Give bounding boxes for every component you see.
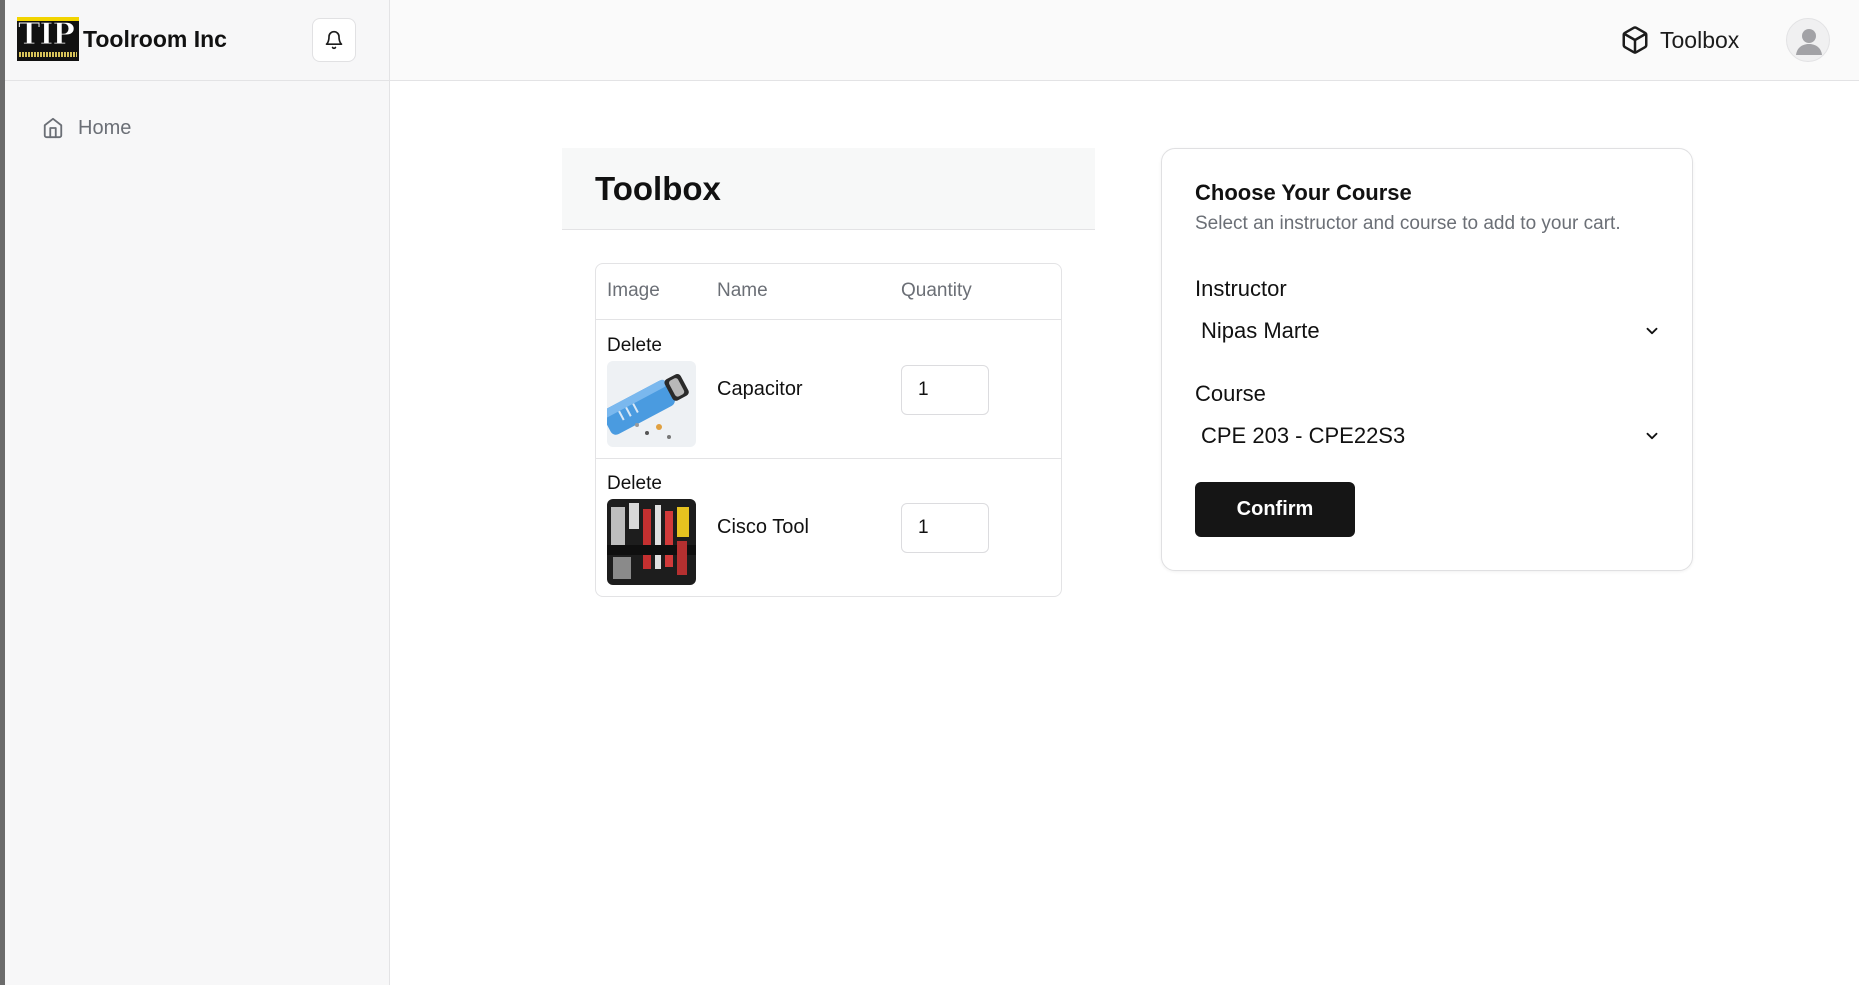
cube-icon	[1622, 26, 1648, 54]
user-avatar-icon	[1796, 29, 1822, 55]
item-name: Cisco Tool	[717, 516, 809, 538]
chevron-down-icon	[1646, 432, 1658, 440]
sidebar-header: TIP Toolroom Inc	[5, 0, 389, 81]
notifications-button[interactable]	[312, 18, 356, 62]
quantity-input[interactable]	[901, 503, 989, 553]
table-row: Delete Cisco Tool	[596, 459, 1061, 597]
bell-icon	[325, 30, 343, 50]
capacitor-thumbnail	[607, 361, 696, 447]
brand-logo-text: TIP	[18, 17, 76, 53]
user-avatar[interactable]	[1786, 18, 1830, 62]
card-subtitle: Select an instructor and course to add t…	[1195, 213, 1621, 234]
delete-button[interactable]: Delete	[607, 335, 662, 357]
table-row: Delete Capacitor 1	[596, 321, 1061, 459]
course-label: Course	[1195, 381, 1266, 406]
brand-name: Toolroom Inc	[83, 25, 227, 52]
course-selection-card: Choose Your Course Select an instructor …	[1161, 148, 1693, 571]
item-name: Capacitor	[717, 378, 803, 400]
course-select[interactable]: CPE 203 - CPE22S3	[1195, 416, 1661, 456]
delete-button[interactable]: Delete	[607, 473, 662, 495]
quantity-input[interactable]	[901, 365, 989, 415]
column-header-name: Name	[717, 280, 768, 301]
toolbox-nav-label: Toolbox	[1660, 26, 1740, 53]
instructor-select-value: Nipas Marte	[1201, 318, 1320, 343]
toolbox-header: Toolbox	[562, 148, 1095, 230]
home-icon	[43, 117, 63, 139]
toolbox-table: Image Name Quantity Delete Capacitor 1 D…	[595, 263, 1062, 597]
column-header-quantity: Quantity	[901, 280, 972, 301]
sidebar-item-home[interactable]: Home	[42, 113, 131, 143]
sidebar-item-label: Home	[78, 116, 132, 139]
instructor-select[interactable]: Nipas Marte	[1195, 311, 1661, 351]
app-root: TIP Toolroom Inc Home Toolbox Toolbox Im…	[0, 0, 1859, 985]
table-header: Image Name Quantity	[596, 264, 1061, 320]
chevron-down-icon	[1646, 327, 1658, 335]
brand-logo: TIP	[17, 17, 79, 61]
topbar: Toolbox	[390, 0, 1859, 81]
column-header-image: Image	[607, 280, 660, 301]
page-title: Toolbox	[595, 170, 721, 207]
sidebar: TIP Toolroom Inc Home	[5, 0, 390, 985]
instructor-label: Instructor	[1195, 276, 1287, 301]
card-title: Choose Your Course	[1195, 180, 1412, 205]
brand-logo-strip	[19, 52, 77, 57]
course-select-value: CPE 203 - CPE22S3	[1201, 423, 1406, 448]
toolbox-nav-link[interactable]: Toolbox	[1620, 22, 1739, 58]
cisco-tool-thumbnail	[607, 499, 696, 585]
brand[interactable]: TIP Toolroom Inc	[17, 17, 227, 61]
confirm-button[interactable]: Confirm	[1195, 482, 1355, 537]
